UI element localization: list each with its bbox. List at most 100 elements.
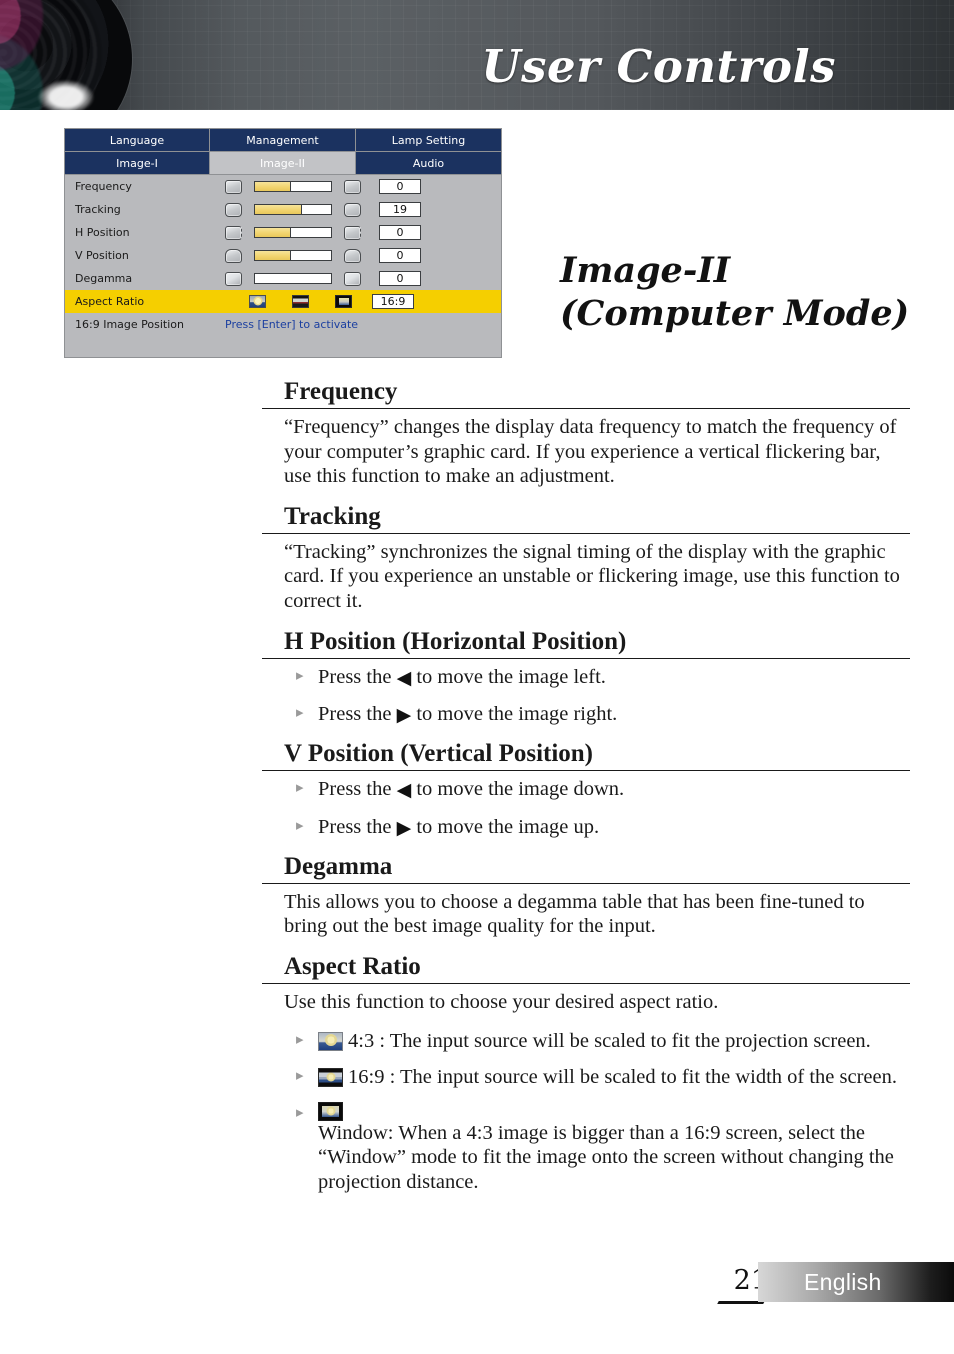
bullet-triangle-icon: ▸	[296, 1031, 304, 1048]
bullet-text-pre: Press the	[318, 778, 397, 801]
osd-label-tracking: Tracking	[75, 203, 121, 216]
sun-glyph	[326, 1106, 335, 1116]
left-arrow-icon: ◀	[396, 780, 412, 802]
degamma-slider[interactable]	[254, 273, 332, 284]
slider-fill	[255, 228, 292, 237]
decrease-icon[interactable]	[225, 271, 242, 286]
bullet-triangle-icon: ▸	[296, 667, 304, 684]
osd-tab-row-1: Language Management Lamp Setting	[65, 129, 501, 152]
tracking-value: 19	[379, 202, 421, 217]
tab-language[interactable]: Language	[65, 129, 210, 152]
bullet-text: Window: When a 4:3 image is bigger than …	[318, 1121, 894, 1193]
list-item: ▸ 16:9 : The input source will be scaled…	[262, 1065, 910, 1090]
bullet-text-post: to move the image left.	[411, 665, 606, 688]
paragraph-degamma: This allows you to choose a degamma tabl…	[284, 890, 865, 938]
aspect-16-9-icon	[318, 1068, 343, 1088]
heading-h-position: H Position (Horizontal Position)	[262, 628, 910, 659]
increase-icon[interactable]	[344, 225, 361, 240]
sun-glyph	[324, 1034, 337, 1046]
language-tab: English	[758, 1262, 954, 1302]
osd-row-v-position[interactable]: V Position 0	[65, 244, 501, 267]
aspect-window-icon	[318, 1101, 343, 1121]
list-item: ▸ Window: When a 4:3 image is bigger tha…	[262, 1101, 910, 1195]
decrease-icon[interactable]	[225, 179, 242, 194]
lens-specular-highlight	[38, 80, 94, 110]
osd-row-h-position[interactable]: H Position 0	[65, 221, 501, 244]
list-item: ▸ Press the ▶ to move the image up.	[262, 815, 910, 841]
osd-row-frequency[interactable]: Frequency 0	[65, 175, 501, 198]
aspect-4-3-icon[interactable]	[249, 295, 266, 308]
bullet-text-post: to move the image up.	[411, 815, 600, 838]
bullet-list-h-position: ▸ Press the ◀ to move the image left. ▸ …	[262, 665, 910, 729]
frequency-value: 0	[379, 179, 421, 194]
paragraph-tracking: “Tracking” synchronizes the signal timin…	[284, 540, 900, 612]
page-header: User Controls	[0, 0, 954, 110]
osd-row-aspect-ratio[interactable]: Aspect Ratio 16:9	[65, 290, 501, 313]
bullet-text-pre: Press the	[318, 815, 397, 838]
heading-v-position: V Position (Vertical Position)	[262, 740, 910, 772]
increase-icon[interactable]	[344, 202, 361, 217]
bullet-triangle-icon: ▸	[296, 705, 304, 722]
bullet-triangle-icon: ▸	[296, 780, 304, 797]
osd-tab-bar: Language Management Lamp Setting Image-I…	[65, 129, 501, 175]
left-arrow-icon: ◀	[396, 667, 412, 689]
increase-icon[interactable]	[344, 271, 361, 286]
bullet-text: 4:3 : The input source will be scaled to…	[348, 1029, 871, 1052]
osd-menu-panel: Language Management Lamp Setting Image-I…	[64, 128, 502, 358]
osd-tab-row-2: Image-I Image-II Audio	[65, 152, 501, 175]
tab-audio[interactable]: Audio	[356, 152, 501, 175]
tab-lamp-setting[interactable]: Lamp Setting	[356, 129, 501, 152]
list-item: ▸ Press the ◀ to move the image down.	[262, 777, 910, 803]
osd-label-frequency: Frequency	[75, 180, 132, 193]
osd-label-v-position: V Position	[75, 249, 129, 262]
header-title: User Controls	[481, 40, 836, 93]
increase-icon[interactable]	[344, 179, 361, 194]
paragraph-frequency: “Frequency” changes the display data fre…	[284, 416, 897, 488]
increase-icon[interactable]	[344, 248, 361, 263]
osd-settings-list: Frequency 0 Tracking 19 H Position 0 V P…	[65, 175, 501, 357]
heading-aspect-ratio: Aspect Ratio	[262, 953, 910, 984]
aspect-4-3-icon	[318, 1031, 343, 1051]
bullet-list-v-position: ▸ Press the ◀ to move the image down. ▸ …	[262, 777, 910, 841]
bullet-text: 16:9 : The input source will be scaled t…	[348, 1066, 897, 1089]
degamma-value: 0	[379, 271, 421, 286]
paragraph-aspect-ratio: Use this function to choose your desired…	[284, 990, 719, 1013]
osd-row-degamma[interactable]: Degamma 0	[65, 267, 501, 290]
h-position-value: 0	[379, 225, 421, 240]
osd-label-image-position: 16:9 Image Position	[75, 317, 184, 331]
page-title-line-1: Image-II	[560, 250, 731, 291]
decrease-icon[interactable]	[225, 225, 242, 240]
right-arrow-icon: ▶	[396, 817, 412, 839]
aspect-ratio-options	[249, 295, 352, 308]
page-footer: 21 English	[0, 1230, 954, 1354]
bullet-text-post: to move the image down.	[411, 778, 625, 801]
slider-fill	[255, 205, 303, 214]
bullet-triangle-icon: ▸	[296, 817, 304, 834]
tab-image-i[interactable]: Image-I	[65, 152, 210, 175]
bullet-triangle-icon: ▸	[296, 1104, 304, 1121]
tab-management[interactable]: Management	[210, 129, 356, 152]
frequency-slider[interactable]	[254, 181, 332, 192]
list-item: ▸ Press the ▶ to move the image right.	[262, 702, 910, 728]
osd-label-h-position: H Position	[75, 226, 130, 239]
bullet-list-aspect-ratio: ▸ 4:3 : The input source will be scaled …	[262, 1029, 910, 1195]
bullet-text-pre: Press the	[318, 703, 397, 726]
osd-row-tracking[interactable]: Tracking 19	[65, 198, 501, 221]
right-arrow-icon: ▶	[396, 705, 412, 727]
osd-row-image-position[interactable]: 16:9 Image Position Press [Enter] to act…	[65, 313, 501, 335]
tab-image-ii[interactable]: Image-II	[210, 152, 356, 175]
v-position-value: 0	[379, 248, 421, 263]
osd-enter-hint: Press [Enter] to activate	[225, 317, 359, 331]
aspect-ratio-value: 16:9	[372, 294, 414, 309]
decrease-icon[interactable]	[225, 248, 242, 263]
tracking-slider[interactable]	[254, 204, 332, 215]
bullet-triangle-icon: ▸	[296, 1068, 304, 1085]
sun-glyph	[253, 296, 262, 306]
v-position-slider[interactable]	[254, 250, 332, 261]
h-position-slider[interactable]	[254, 227, 332, 238]
aspect-16-9-icon[interactable]	[292, 295, 309, 308]
bullet-text-post: to move the image right.	[411, 703, 618, 726]
decrease-icon[interactable]	[225, 202, 242, 217]
aspect-window-icon[interactable]	[335, 295, 352, 308]
heading-tracking: Tracking	[262, 503, 910, 534]
